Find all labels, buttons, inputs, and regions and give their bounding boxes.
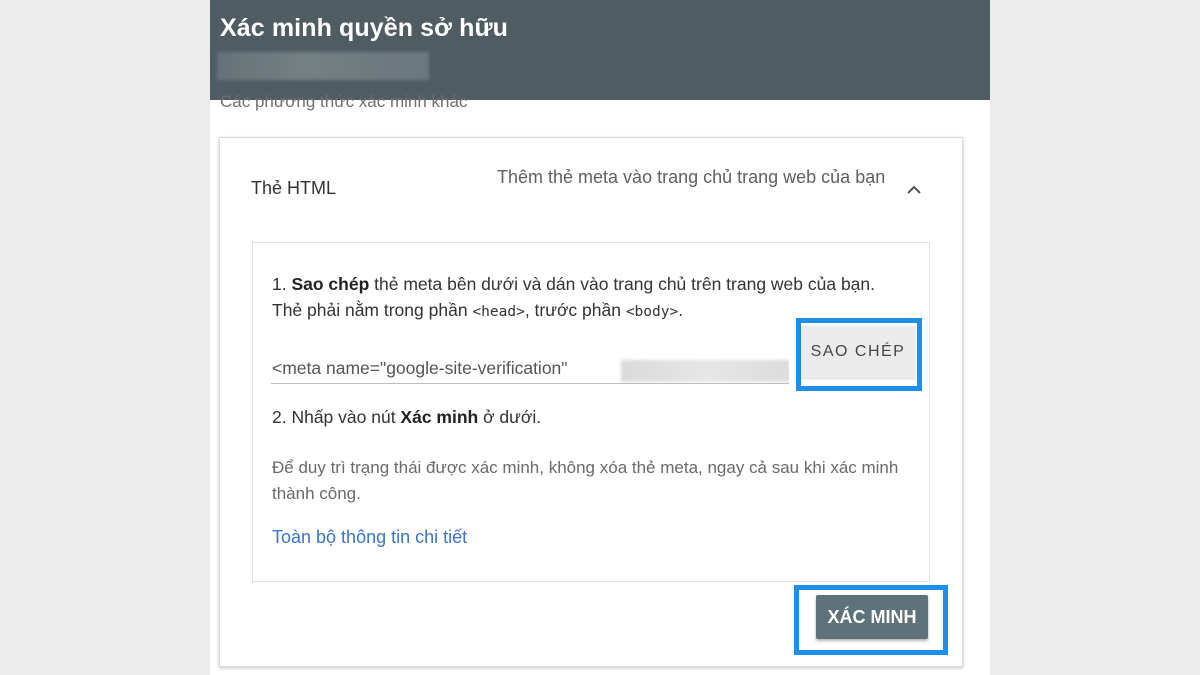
body-code: <body> (625, 304, 679, 320)
step-1-number: 1. (272, 274, 292, 294)
keep-meta-note: Để duy trì trạng thái được xác minh, khô… (272, 458, 899, 503)
step-2-text: 2. Nhấp vào nút Xác minh ở dưới. (272, 407, 541, 428)
dialog-header: Xác minh quyền sở hữu (210, 0, 990, 100)
step-2-bold: Xác minh (400, 407, 479, 427)
verify-ownership-dialog: Xác minh quyền sở hữu Các phương thức xá… (210, 0, 990, 675)
copy-button[interactable]: SAO CHÉP (801, 326, 915, 378)
screenshot-stage: Xác minh quyền sở hữu Các phương thức xá… (0, 0, 1200, 675)
step-1-bold: Sao chép (291, 274, 370, 294)
redacted-domain (217, 52, 429, 80)
step-2-suffix: ở dưới. (478, 407, 542, 427)
meta-tag-field[interactable]: <meta name="google-site-verification" (271, 330, 789, 384)
head-code: <head> (472, 304, 525, 320)
full-details-link[interactable]: Toàn bộ thông tin chi tiết (272, 527, 467, 548)
step-1-text: 1. Sao chép thẻ meta bên dưới và dán vào… (272, 271, 892, 325)
step-1-text-b: , trước phần (524, 300, 626, 320)
method-description[interactable]: Thêm thẻ meta vào trang chủ trang web củ… (497, 164, 887, 190)
dialog-title: Xác minh quyền sở hữu (220, 14, 509, 42)
method-name[interactable]: Thẻ HTML (251, 178, 336, 199)
step-2-prefix: 2. Nhấp vào nút (272, 407, 401, 427)
other-methods-label: Các phương thức xác minh khác (220, 92, 468, 111)
redacted-meta-content (621, 360, 789, 382)
verify-button[interactable]: XÁC MINH (816, 595, 928, 639)
html-tag-method-card: Thẻ HTML Thêm thẻ meta vào trang chủ tra… (219, 137, 963, 667)
chevron-up-icon[interactable] (900, 176, 928, 204)
instructions-panel: 1. Sao chép thẻ meta bên dưới và dán vào… (252, 242, 930, 582)
step-1-text-c: . (678, 300, 684, 320)
meta-tag-text[interactable]: <meta name="google-site-verification" (272, 358, 568, 379)
